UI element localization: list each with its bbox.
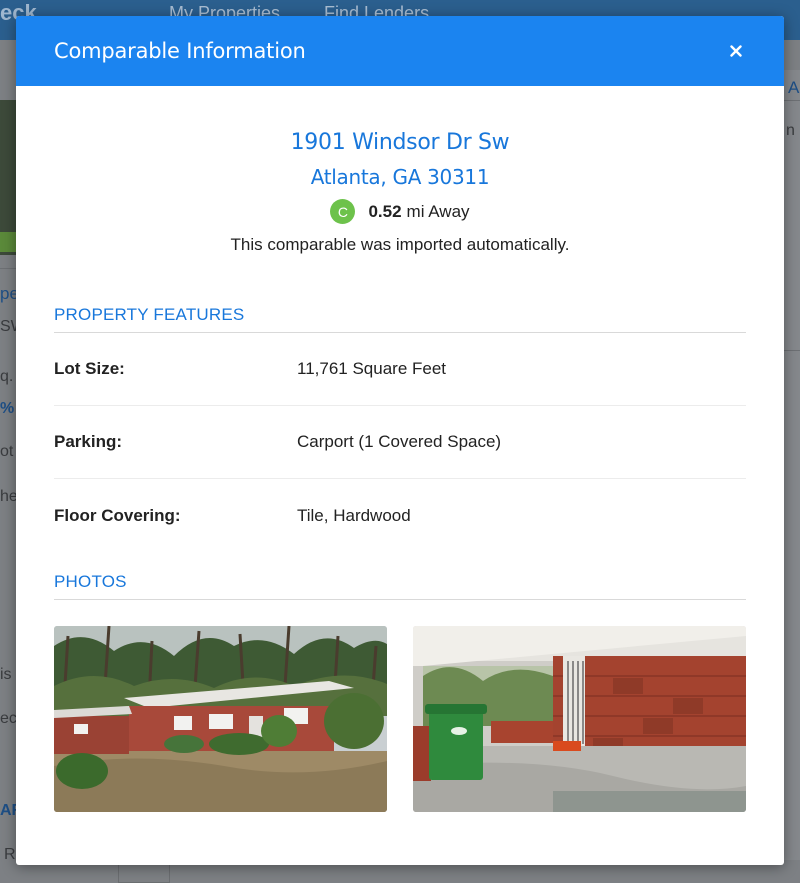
modal-header: Comparable Information	[16, 16, 784, 86]
background-text-fragment: %	[0, 400, 15, 417]
background-divider	[784, 350, 800, 351]
distance-value: 0.52	[368, 201, 402, 221]
distance-row: C 0.52 mi Away	[54, 199, 746, 224]
photos-heading: PHOTOS	[54, 572, 746, 600]
grade-badge: C	[330, 199, 356, 224]
address-line2-link[interactable]: Atlanta, GA 30311	[54, 165, 746, 189]
feature-label: Floor Covering:	[54, 505, 181, 525]
feature-value: Carport (1 Covered Space)	[297, 432, 502, 451]
background-text-fragment: is	[0, 666, 12, 683]
house-exterior-photo[interactable]	[54, 626, 387, 812]
feature-value: 11,761 Square Feet	[297, 359, 447, 378]
background-text-fragment: A	[788, 78, 800, 97]
background-text-fragment: ot	[0, 443, 14, 460]
feature-row-lot-size: Lot Size: 11,761 Square Feet	[54, 333, 746, 406]
property-features-section: PROPERTY FEATURES Lot Size: 11,761 Squar…	[54, 305, 746, 552]
background-text-fragment: q.	[0, 368, 14, 385]
close-button[interactable]	[726, 41, 746, 61]
background-text-fragment: R	[4, 846, 16, 863]
feature-value: Tile, Hardwood	[297, 505, 411, 525]
background-text-fragment: ec	[0, 710, 17, 727]
photos-section: PHOTOS	[54, 572, 746, 812]
background-divider	[0, 268, 16, 269]
comparable-summary: 1901 Windsor Dr Sw Atlanta, GA 30311 C 0…	[54, 86, 746, 255]
close-icon	[730, 45, 742, 57]
address-line1-link[interactable]: 1901 Windsor Dr Sw	[54, 130, 746, 155]
photo-grid	[54, 626, 746, 812]
feature-row-floor-covering: Floor Covering: Tile, Hardwood	[54, 479, 746, 552]
background-text-fragment: n	[786, 122, 795, 139]
modal-title: Comparable Information	[54, 39, 306, 63]
feature-row-parking: Parking: Carport (1 Covered Space)	[54, 406, 746, 479]
property-features-heading: PROPERTY FEATURES	[54, 305, 746, 333]
import-note: This comparable was imported automatical…	[230, 235, 570, 254]
carport-photo[interactable]	[413, 626, 746, 812]
comparable-modal: Comparable Information 1901 Windsor Dr S…	[16, 16, 784, 865]
background-photo-tag	[0, 232, 16, 252]
background-right-panel	[784, 70, 800, 860]
distance-unit: mi Away	[406, 201, 470, 221]
feature-label: Lot Size:	[54, 359, 125, 378]
background-divider	[784, 100, 800, 101]
modal-body: 1901 Windsor Dr Sw Atlanta, GA 30311 C 0…	[16, 86, 784, 812]
feature-label: Parking:	[54, 432, 123, 451]
